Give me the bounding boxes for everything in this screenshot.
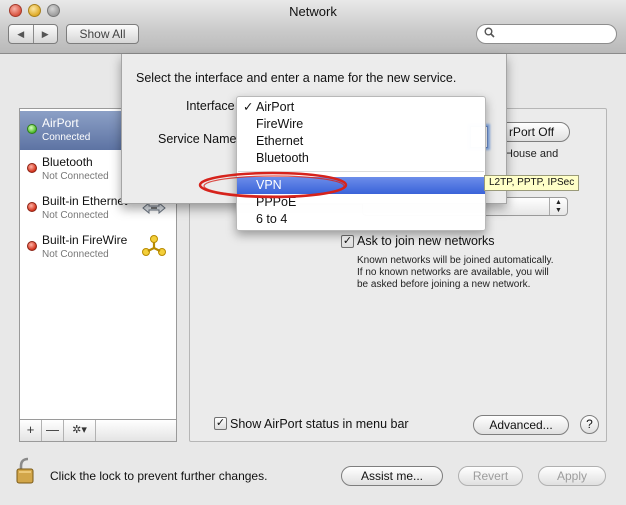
menu-item-vpn[interactable]: VPN (237, 177, 485, 194)
lock-instruction: Click the lock to prevent further change… (50, 469, 268, 483)
menu-item-airport[interactable]: ✓ AirPort (237, 99, 485, 116)
ask-join-help-line-1: Known networks will be joined automatica… (357, 255, 554, 266)
airport-status-text: House and (505, 148, 559, 160)
lock-icon[interactable] (15, 456, 41, 486)
status-indicator (27, 202, 37, 212)
menu-item-pppoe[interactable]: PPPoE (237, 194, 485, 211)
advanced-button[interactable]: Advanced... (473, 415, 569, 435)
revert-button[interactable]: Revert (458, 466, 523, 486)
vpn-tooltip: L2TP, PPTP, IPSec (484, 175, 580, 191)
service-status: Not Connected (42, 249, 109, 260)
menu-item-label: FireWire (256, 117, 304, 131)
service-name: Built-in Ethernet (42, 194, 128, 208)
help-button[interactable]: ? (580, 415, 599, 434)
firewire-icon (140, 233, 168, 261)
menu-item-bluetooth[interactable]: Bluetooth (237, 150, 485, 167)
ask-join-help-line-3: be asked before joining a new network. (357, 279, 531, 290)
ask-join-checkbox[interactable]: ✓ (341, 235, 354, 248)
show-all-button[interactable]: Show All (66, 24, 139, 44)
menu-separator (238, 171, 484, 172)
service-status: Connected (42, 132, 91, 143)
service-name-label: Service Name (158, 132, 237, 146)
search-input[interactable] (476, 24, 617, 44)
service-name: Bluetooth (42, 155, 93, 169)
window-titlebar: Network ◀ ▶ Show All (0, 0, 626, 54)
ask-join-label: Ask to join new networks (357, 234, 495, 248)
action-menu-button[interactable]: ✲▾ (64, 420, 96, 441)
menu-item-label: Bluetooth (256, 151, 309, 165)
popup-arrows-icon: ▲ ▼ (549, 198, 567, 215)
service-name: Built-in FireWire (42, 233, 128, 247)
ask-join-help-line-2: If no known networks are available, you … (357, 267, 549, 278)
menu-item-label: PPPoE (256, 195, 297, 209)
apply-button[interactable]: Apply (538, 466, 606, 486)
menu-item-label: AirPort (256, 100, 295, 114)
interface-popup-menu: ✓ AirPort FireWire Ethernet Bluetooth VP… (236, 96, 486, 231)
menu-item-firewire[interactable]: FireWire (237, 116, 485, 133)
status-indicator (27, 241, 37, 251)
assist-me-button[interactable]: Assist me... (341, 466, 443, 486)
interface-label: Interface (186, 99, 235, 113)
status-indicator (27, 163, 37, 173)
menu-item-label: Ethernet (256, 134, 304, 148)
menu-item-ethernet[interactable]: Ethernet (237, 133, 485, 150)
service-item-firewire[interactable]: Built-in FireWire Not Connected (20, 228, 176, 267)
menu-item-label: 6 to 4 (256, 212, 288, 226)
show-status-checkbox[interactable]: ✓ (214, 417, 227, 430)
forward-button[interactable]: ▶ (32, 25, 58, 43)
service-name: AirPort (42, 116, 79, 130)
nav-segment: ◀ ▶ (8, 24, 58, 44)
window-title: Network (289, 4, 337, 19)
add-service-button[interactable]: + (20, 420, 42, 441)
checkmark-icon: ✓ (243, 100, 254, 114)
menu-item-6to4[interactable]: 6 to 4 (237, 211, 485, 228)
service-list-toolbar: + — ✲▾ (19, 420, 177, 442)
sheet-prompt: Select the interface and enter a name fo… (136, 71, 457, 85)
service-status: Not Connected (42, 171, 109, 182)
show-status-label: Show AirPort status in menu bar (230, 417, 409, 431)
menu-item-label: VPN (256, 178, 282, 192)
service-status: Not Connected (42, 210, 109, 221)
back-button[interactable]: ◀ (9, 25, 33, 43)
remove-service-button[interactable]: — (42, 420, 64, 441)
status-indicator (27, 124, 37, 134)
search-icon (484, 27, 495, 41)
